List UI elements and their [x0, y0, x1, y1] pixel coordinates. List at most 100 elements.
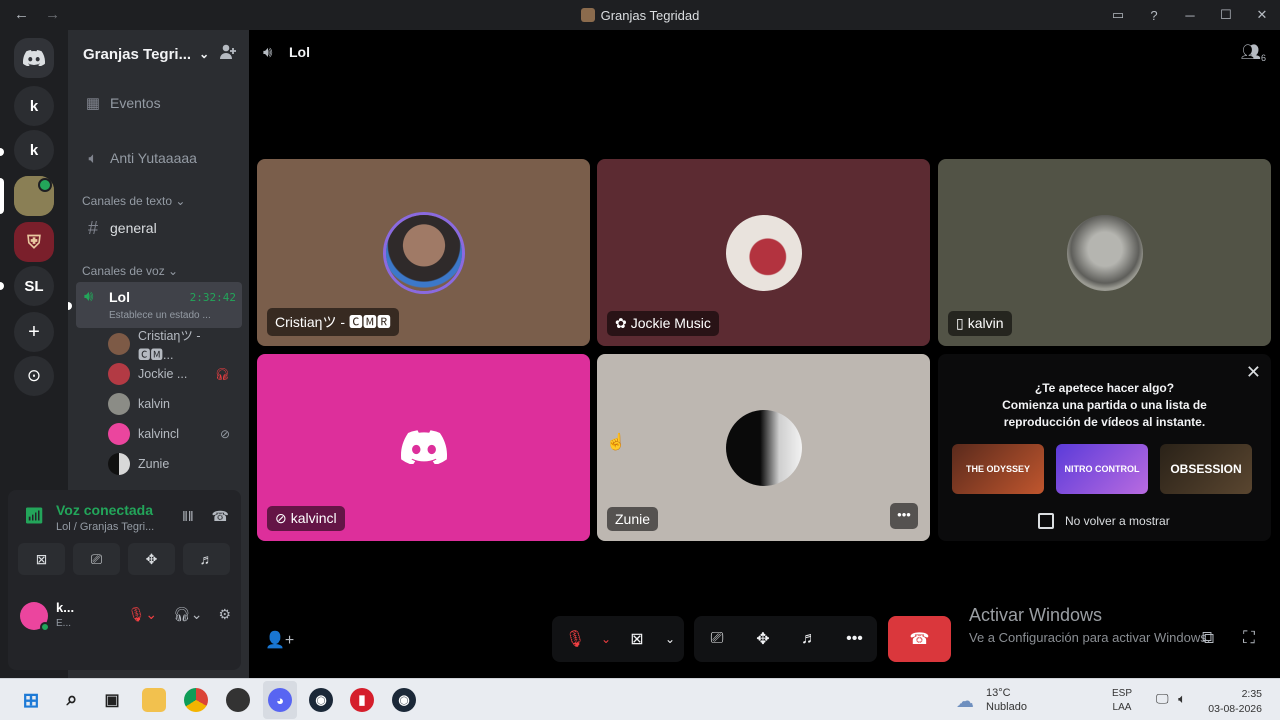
- voice-user[interactable]: Zunie: [108, 451, 234, 477]
- muted-mic-icon: ⊘: [275, 510, 287, 526]
- channel-general[interactable]: # general: [76, 212, 242, 244]
- windows-taskbar: ⊞ ⌕ ▣ ◕ ◉ ▮ ◉ ☁ 13°C Nublado ESP LAA 🖵︎ …: [0, 678, 1280, 720]
- steam-icon[interactable]: ◉: [309, 688, 333, 712]
- voice-user[interactable]: Jockie ... 🎧︎: [108, 361, 234, 387]
- minimize-button[interactable]: ─: [1172, 8, 1208, 23]
- activity-button[interactable]: 👥︎6: [1241, 42, 1266, 63]
- window-titlebar: ← → Granjas Tegridad ▭ ? ─ ☐ ✕: [0, 0, 1280, 30]
- add-server-button[interactable]: +: [14, 312, 54, 352]
- windows-start-icon[interactable]: ⊞: [19, 688, 43, 712]
- inbox-icon[interactable]: ▭: [1100, 7, 1136, 23]
- close-button[interactable]: ✕: [1244, 7, 1280, 23]
- app-icon[interactable]: ▮: [350, 688, 374, 712]
- user-bar: k... E... 🎙︎⌄ 🎧︎⌄ ⚙: [8, 590, 241, 642]
- activities-button[interactable]: ✥: [128, 543, 175, 575]
- server-sl[interactable]: SL: [14, 266, 54, 306]
- invite-to-call-icon[interactable]: 👤+: [265, 630, 294, 650]
- discord-home-button[interactable]: [14, 38, 54, 78]
- voice-user[interactable]: kalvin: [108, 391, 234, 417]
- app-icon[interactable]: [226, 688, 250, 712]
- participant-tile[interactable]: ✿ Jockie Music: [597, 159, 930, 346]
- language-indicator[interactable]: ESP LAA: [1112, 687, 1132, 715]
- camera-off-icon: ⊠: [35, 550, 48, 567]
- game-card[interactable]: NITRO CONTROL: [1056, 444, 1148, 494]
- help-icon[interactable]: ?: [1136, 8, 1172, 23]
- game-card[interactable]: OBSESSION: [1160, 444, 1252, 494]
- popout-icon[interactable]: ⧉: [1202, 628, 1214, 648]
- server-k2[interactable]: k: [14, 130, 54, 170]
- more-options-button[interactable]: •••: [890, 503, 918, 529]
- participant-name: Zunie: [607, 507, 659, 531]
- chrome-icon[interactable]: [184, 688, 208, 712]
- set-status[interactable]: Establece un estado ...: [109, 310, 211, 321]
- gear-icon[interactable]: ⚙: [218, 606, 231, 622]
- calendar-icon: ▦: [85, 95, 101, 112]
- chevron-down-icon[interactable]: ⌄: [598, 616, 614, 662]
- participant-tile[interactable]: ⊘ kalvincl: [257, 354, 590, 541]
- soundboard-button[interactable]: ♬: [183, 543, 230, 575]
- user-name[interactable]: k...: [56, 600, 74, 615]
- mobile-icon: ▯: [956, 315, 964, 331]
- avatar: [1066, 214, 1143, 291]
- speaker-icon: 🔊︎: [84, 288, 94, 305]
- clock[interactable]: 2:35 03-08-2026: [1208, 687, 1262, 717]
- voice-location[interactable]: Lol / Granjas Tegri...: [56, 521, 154, 533]
- channel-lol-active[interactable]: 🔊︎ Lol 2:32:42 Establece un estado ...: [76, 282, 242, 328]
- category-text[interactable]: Canales de texto ⌄: [82, 194, 185, 208]
- selected-pill: [0, 178, 4, 214]
- file-explorer-icon[interactable]: [142, 688, 166, 712]
- server-viking[interactable]: ⛨: [14, 222, 54, 262]
- game-list: THE ODYSSEY NITRO CONTROL OBSESSION: [952, 444, 1252, 494]
- task-view-icon[interactable]: ▣: [100, 688, 124, 712]
- channel-anti-yutaaaaa[interactable]: 🔈︎ Anti Yutaaaaa: [76, 142, 242, 174]
- server-header[interactable]: Granjas Tegri... ⌄: [68, 30, 249, 78]
- screen-share-button[interactable]: ⎚: [73, 543, 120, 575]
- channel-events[interactable]: ▦ Eventos: [76, 87, 242, 119]
- noise-suppression-icon[interactable]: ‖‖: [182, 508, 194, 524]
- invite-people-icon[interactable]: [219, 44, 237, 65]
- participant-tile[interactable]: ▯ kalvin: [938, 159, 1271, 346]
- camera-off-button[interactable]: ⊠: [18, 543, 65, 575]
- maximize-button[interactable]: ☐: [1208, 7, 1244, 23]
- camera-off-button[interactable]: ⊠: [614, 616, 660, 662]
- mute-mic-icon[interactable]: 🎙︎⌄: [128, 606, 158, 622]
- network-icon[interactable]: 🖵︎: [1156, 691, 1169, 706]
- search-icon[interactable]: ⌕: [60, 688, 84, 712]
- more-options-button[interactable]: •••: [832, 616, 877, 662]
- category-voice[interactable]: Canales de voz ⌄: [82, 264, 178, 278]
- dont-show-checkbox[interactable]: [1038, 513, 1054, 529]
- speaker-icon: 🔊︎: [263, 44, 273, 61]
- activity-icon: 🎧︎: [214, 367, 230, 381]
- server-k1[interactable]: k: [14, 86, 54, 126]
- soundboard-button[interactable]: ♬: [786, 616, 832, 662]
- dont-show-label[interactable]: No volver a mostrar: [1065, 514, 1170, 528]
- voice-user[interactable]: kalvincl ⊘: [108, 421, 234, 447]
- activities-button[interactable]: ✥: [740, 616, 786, 662]
- voice-panel-buttons: ⊠ ⎚ ✥ ♬: [18, 543, 230, 575]
- unread-pill: [0, 148, 4, 156]
- participant-tile[interactable]: Cristiaηツ - 🅲🅼🆁: [257, 159, 590, 346]
- steam-icon[interactable]: ◉: [392, 688, 416, 712]
- window-controls: ▭ ? ─ ☐ ✕: [1100, 0, 1280, 30]
- discover-button[interactable]: ⊙: [14, 356, 54, 396]
- voice-user[interactable]: Cristiaηツ - 🅲🅼...: [108, 329, 234, 362]
- mute-button[interactable]: 🎙︎: [552, 616, 598, 662]
- discord-taskbar-icon[interactable]: ◕: [268, 688, 292, 712]
- participant-tile[interactable]: Zunie •••: [597, 354, 930, 541]
- game-card[interactable]: THE ODYSSEY: [952, 444, 1044, 494]
- screen-share-button[interactable]: ⎚: [694, 616, 740, 662]
- unread-pill: [68, 302, 72, 310]
- chevron-down-icon[interactable]: ⌄: [660, 616, 680, 662]
- participant-name: Cristiaηツ - 🅲🅼🆁: [267, 308, 399, 336]
- disconnect-button[interactable]: ☎: [888, 616, 951, 662]
- volume-icon[interactable]: 🔈︎: [1178, 691, 1186, 706]
- avatar: [108, 453, 130, 475]
- headphones-icon[interactable]: 🎧︎⌄: [173, 606, 203, 622]
- signal-icon[interactable]: 📶︎: [24, 506, 44, 526]
- fullscreen-icon[interactable]: ⛶: [1243, 628, 1255, 648]
- disconnect-icon[interactable]: ☎: [212, 508, 229, 524]
- chevron-down-icon: ⌄: [199, 47, 210, 61]
- muted-mic-icon: ⊘: [219, 427, 230, 441]
- discord-logo-icon: [23, 50, 45, 66]
- voice-status[interactable]: Voz conectada: [56, 502, 153, 518]
